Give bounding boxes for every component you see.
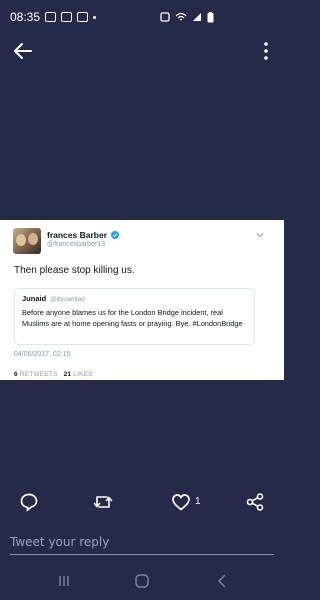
reply-icon[interactable]	[19, 492, 39, 512]
like-count: 1	[195, 496, 201, 507]
wifi-icon	[175, 12, 187, 21]
home-icon[interactable]	[134, 573, 150, 589]
tweet-author[interactable]: frances Barber	[47, 230, 120, 240]
author-handle: @francesbarber13	[47, 241, 106, 248]
quoted-author-name: Junaid	[22, 294, 47, 303]
like-icon[interactable]	[171, 492, 191, 512]
retweets-stat[interactable]: 6 RETWEETS	[14, 371, 58, 378]
signal-icon	[193, 13, 201, 21]
quoted-author: Junaid @ibrownlad	[22, 294, 247, 303]
more-notifications-icon	[93, 15, 97, 19]
avatar[interactable]	[13, 228, 41, 254]
quoted-tweet[interactable]: Junaid @ibrownlad Before anyone blames u…	[14, 288, 255, 345]
alarm-icon	[160, 12, 170, 22]
image-icon	[61, 12, 73, 22]
battery-icon	[207, 11, 214, 22]
toolbar	[0, 34, 284, 68]
author-name: frances Barber	[47, 230, 108, 240]
verified-badge-icon	[111, 231, 120, 239]
quoted-tweet-text: Before anyone blames us for the London B…	[22, 308, 243, 328]
status-bar: 08:35	[0, 0, 284, 34]
chevron-down-icon[interactable]	[256, 232, 264, 238]
likes-count: 21	[63, 371, 72, 378]
notification-icon	[45, 12, 57, 22]
reply-input[interactable]: Tweet your reply	[10, 530, 274, 555]
likes-stat[interactable]: 21 LIKES	[64, 371, 93, 378]
back-arrow-icon[interactable]	[12, 40, 34, 62]
share-icon[interactable]	[245, 492, 265, 512]
gallery-icon	[77, 12, 89, 22]
status-time: 08:35	[10, 10, 41, 24]
more-options-icon[interactable]	[262, 40, 270, 62]
quoted-author-handle: @ibrownlad	[50, 296, 85, 303]
retweets-count: 6	[14, 371, 18, 378]
tweet-actions: 1	[0, 492, 284, 518]
system-nav-bar	[0, 565, 284, 600]
back-nav-icon[interactable]	[214, 573, 230, 589]
retweet-icon[interactable]	[93, 492, 113, 512]
retweets-label: RETWEETS	[19, 371, 58, 378]
tweet-timestamp: 04/06/2017, 02:15	[14, 351, 71, 358]
recent-apps-icon[interactable]	[56, 573, 72, 589]
tweet-text: Then please stop killing us.	[14, 265, 135, 276]
likes-label: LIKES	[73, 371, 93, 378]
tweet-stats: 6 RETWEETS 21 LIKES	[14, 371, 93, 378]
tweet-card[interactable]: frances Barber @francesbarber13 Then ple…	[0, 220, 284, 380]
